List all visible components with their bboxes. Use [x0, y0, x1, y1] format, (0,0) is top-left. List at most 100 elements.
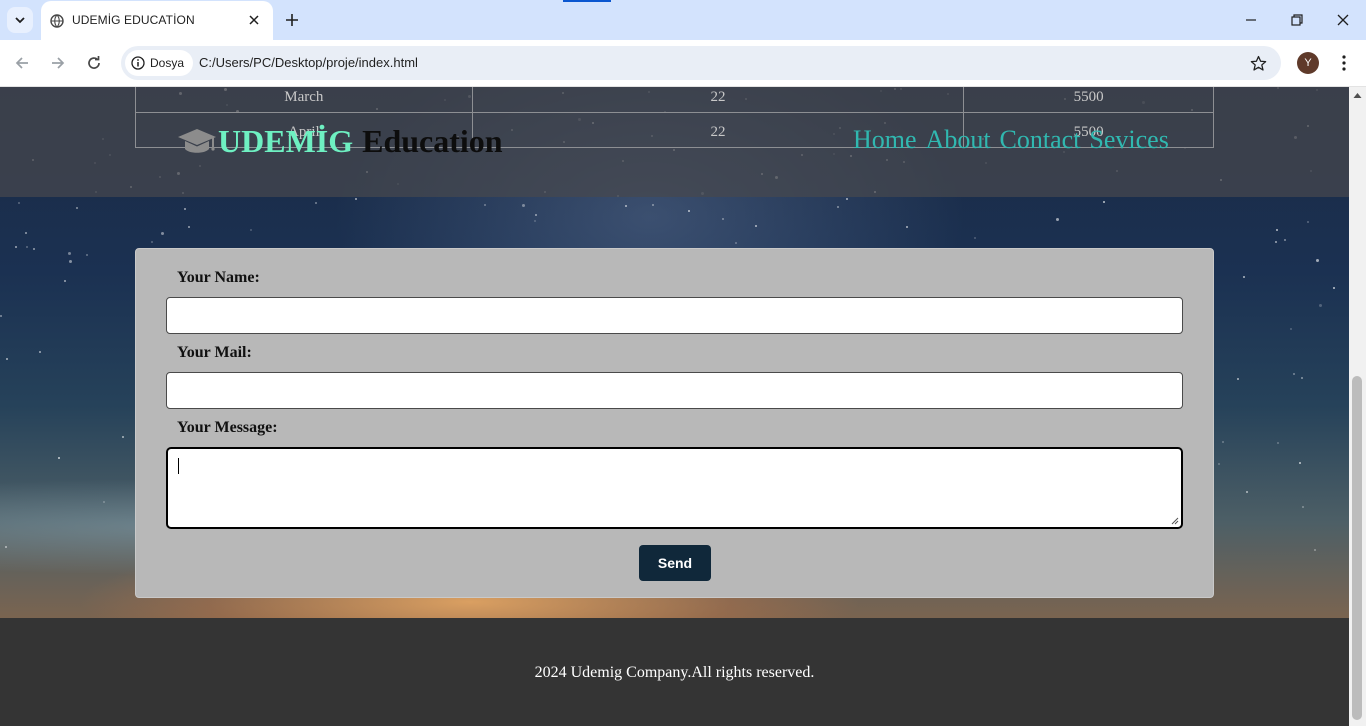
star-dot [122, 436, 124, 438]
main-nav: Home About Contact Sevices [853, 125, 1169, 155]
send-button[interactable]: Send [639, 545, 711, 581]
star-dot [1299, 462, 1301, 464]
copyright-text: 2024 Udemig Company.All rights reserved. [534, 664, 815, 681]
star-dot [250, 229, 252, 231]
star-dot [1316, 259, 1319, 262]
close-window-icon[interactable] [1331, 8, 1355, 32]
star-dot [18, 202, 20, 204]
vertical-scrollbar[interactable] [1349, 87, 1366, 726]
star-dot [974, 237, 976, 239]
nav-link-services[interactable]: Sevices [1089, 125, 1168, 155]
kebab-menu-icon[interactable] [1333, 52, 1355, 74]
star-dot [315, 202, 317, 204]
star-dot [1290, 328, 1292, 330]
nav-link-contact[interactable]: Contact [1000, 125, 1081, 155]
nav-link-home[interactable]: Home [853, 125, 917, 155]
site-footer: 2024 Udemig Company.All rights reserved. [0, 618, 1349, 726]
resize-handle-icon[interactable] [1171, 517, 1179, 525]
profile-avatar[interactable]: Y [1297, 52, 1319, 74]
name-label: Your Name: [177, 269, 260, 286]
star-dot [1314, 549, 1316, 551]
star-dot [15, 246, 17, 248]
star-dot [652, 204, 654, 206]
browser-tab-bar: UDEMİG EDUCATİON [0, 0, 1366, 40]
star-dot [906, 226, 908, 228]
star-dot [6, 358, 8, 360]
globe-icon [50, 14, 64, 28]
star-dot [1222, 441, 1224, 443]
site-info-chip[interactable]: Dosya [125, 50, 194, 76]
star-dot [39, 351, 41, 353]
brand-name: UDEMİG [218, 123, 354, 159]
address-bar[interactable]: Dosya C:/Users/PC/Desktop/proje/index.ht… [121, 46, 1281, 80]
url-text[interactable]: C:/Users/PC/Desktop/proje/index.html [199, 55, 418, 70]
mail-input[interactable] [166, 372, 1183, 409]
tab-close-icon[interactable] [246, 12, 262, 28]
star-dot [1246, 491, 1248, 493]
restore-icon[interactable] [1285, 8, 1309, 32]
scroll-up-arrow-icon[interactable] [1353, 91, 1362, 100]
star-dot [161, 232, 164, 235]
site-info-label: Dosya [150, 56, 185, 70]
star-dot [86, 254, 88, 256]
graduation-cap-icon [178, 128, 216, 153]
reload-icon[interactable] [82, 51, 106, 75]
message-label: Your Message: [177, 419, 278, 436]
site-logo[interactable]: UDEMİG Education [176, 123, 503, 160]
star-dot [58, 457, 60, 459]
star-dot [846, 198, 848, 200]
star-dot [735, 242, 737, 244]
table-cell: March [135, 87, 473, 113]
star-dot [103, 501, 105, 503]
star-dot [1284, 239, 1286, 241]
star-dot [837, 206, 839, 208]
star-dot [625, 205, 627, 207]
mail-label: Your Mail: [177, 344, 252, 361]
star-dot [534, 220, 536, 222]
star-dot [484, 204, 486, 206]
text-caret [178, 458, 179, 474]
star-dot [33, 248, 35, 250]
star-dot [68, 252, 71, 255]
scrollbar-thumb[interactable] [1352, 376, 1362, 720]
tab-search-button[interactable] [7, 7, 33, 33]
star-dot [1218, 463, 1220, 465]
star-dot [5, 546, 7, 548]
forward-arrow-icon[interactable] [46, 51, 70, 75]
new-tab-plus-icon[interactable] [281, 9, 303, 31]
star-dot [1103, 201, 1105, 203]
info-icon [131, 56, 145, 70]
star-dot [64, 280, 66, 282]
back-arrow-icon[interactable] [10, 51, 34, 75]
table-cell: 22 [471, 87, 965, 113]
star-dot [1237, 378, 1239, 380]
star-dot [1319, 304, 1322, 307]
name-input[interactable] [166, 297, 1183, 334]
minimize-icon[interactable] [1239, 8, 1263, 32]
star-dot [25, 232, 27, 234]
bookmark-star-icon[interactable] [1247, 52, 1269, 74]
tab-strip-indicator [563, 0, 611, 2]
star-dot [1302, 506, 1304, 508]
table-row: March 22 5500 [135, 87, 1214, 113]
star-dot [688, 210, 690, 212]
page-viewport: March 22 5500 April 22 5500 UDEMİG Educa… [0, 87, 1349, 726]
browser-tab[interactable]: UDEMİG EDUCATİON [41, 1, 273, 40]
star-dot [184, 208, 186, 210]
star-dot [1277, 442, 1279, 444]
star-dot [1276, 229, 1278, 231]
star-dot [1333, 287, 1335, 289]
star-dot [1056, 218, 1059, 221]
chevron-down-icon [15, 17, 25, 24]
star-dot [151, 241, 153, 243]
message-textarea[interactable] [166, 447, 1183, 529]
star-dot [1307, 221, 1309, 223]
nav-link-about[interactable]: About [926, 125, 991, 155]
star-dot [76, 207, 78, 209]
table-cell: 5500 [963, 87, 1214, 113]
tab-title: UDEMİG EDUCATİON [72, 13, 195, 27]
star-dot [1301, 377, 1303, 379]
browser-toolbar: Dosya C:/Users/PC/Desktop/proje/index.ht… [0, 40, 1366, 87]
star-dot [1275, 241, 1277, 243]
contact-form: Your Name: Your Mail: Your Message: Send [135, 248, 1214, 598]
